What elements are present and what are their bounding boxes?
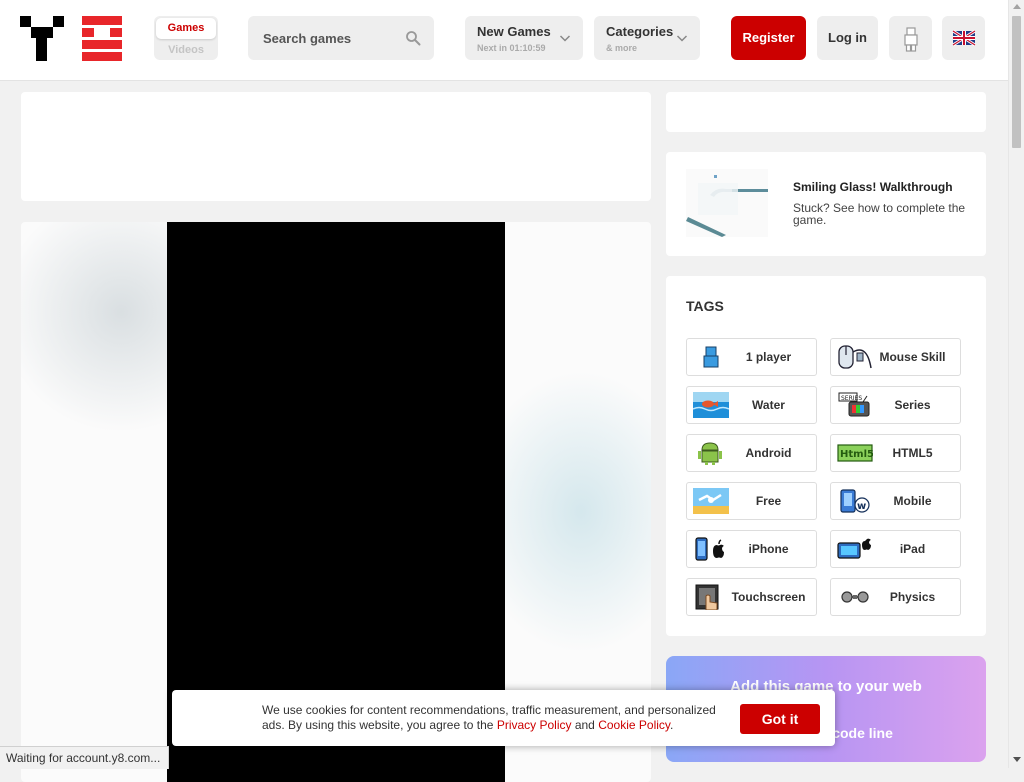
walkthrough-title[interactable]: Smiling Glass! Walkthrough [793,180,953,194]
tag-mouse-skill[interactable]: Mouse Skill [830,338,961,376]
browser-status-bar: Waiting for account.y8.com... [0,746,170,769]
games-videos-switch: Games Videos [154,16,218,60]
tag-label: Touchscreen [731,590,806,604]
page-scrollbar[interactable] [1008,0,1024,768]
android-icon [698,442,722,465]
scroll-up-arrow-icon[interactable] [1013,4,1021,9]
tag-free[interactable]: Free [686,482,817,520]
tag-android[interactable]: Android [686,434,817,472]
html5-icon: Html5 [837,444,873,462]
person-icon [904,27,918,52]
cookie-policy-link[interactable]: Cookie Policy [598,718,670,732]
y8-logo[interactable] [20,16,122,61]
tag-series[interactable]: SERIES Series [830,386,961,424]
categories-subtitle: & more [606,43,638,53]
tag-label: Water [752,398,785,412]
tag-mobile[interactable]: w Mobile [830,482,961,520]
sidebar-top-box [666,92,986,132]
tag-label: Physics [889,590,936,604]
walkthrough-card[interactable]: Smiling Glass! Walkthrough Stuck? See ho… [666,152,986,256]
search-icon[interactable] [405,30,421,46]
walkthrough-description: Stuck? See how to complete the game. [793,201,966,227]
tag-label: Mobile [893,494,932,508]
mobile-icon: w [840,489,870,513]
walkthrough-thumbnail [686,169,768,237]
new-games-countdown: Next in 01:10:59 [477,43,546,53]
iphone-icon [695,537,724,561]
physics-icon [841,591,869,603]
site-header: Games Videos New Games Next in 01:10:59 … [0,0,1008,81]
login-button[interactable]: Log in [817,16,878,60]
svg-text:SERIES: SERIES [841,395,862,402]
tag-iphone[interactable]: iPhone [686,530,817,568]
player-icon [703,346,719,368]
tag-label: Mouse Skill [879,350,946,364]
tag-label: HTML5 [892,446,933,460]
tag-html5[interactable]: Html5 HTML5 [830,434,961,472]
touchscreen-icon [695,584,719,610]
games-toggle[interactable]: Games [156,18,216,39]
tag-label: Series [894,398,931,412]
water-icon [693,392,729,418]
search-box [248,16,434,60]
new-games-dropdown[interactable]: New Games Next in 01:10:59 [465,16,583,60]
cookie-message: We use cookies for content recommendatio… [262,703,732,733]
got-it-button[interactable]: Got it [740,704,820,734]
cookie-period: . [670,718,674,732]
categories-dropdown[interactable]: Categories & more [594,16,700,60]
svg-text:w: w [857,501,866,512]
tags-heading: TAGS [686,298,724,314]
cookie-and: and [571,718,599,732]
tag-water[interactable]: Water [686,386,817,424]
new-games-title: New Games [477,24,551,39]
videos-toggle[interactable]: Videos [154,40,218,60]
tags-panel: TAGS 1 player Mouse Skill Water SERIES S… [666,276,986,636]
language-button[interactable] [942,16,985,60]
cookie-consent-banner: We use cookies for content recommendatio… [172,690,835,746]
tag-touchscreen[interactable]: Touchscreen [686,578,817,616]
tag-label: iPhone [748,542,789,556]
search-input[interactable] [248,16,413,60]
scrollbar-thumb[interactable] [1012,16,1021,148]
tag-1-player[interactable]: 1 player [686,338,817,376]
tag-label: Android [745,446,792,460]
tag-label: iPad [899,542,926,556]
uk-flag-icon [952,29,976,47]
register-button[interactable]: Register [731,16,806,60]
tag-label: Free [755,494,782,508]
tag-physics[interactable]: Physics [830,578,961,616]
tag-label: 1 player [745,350,792,364]
free-icon [693,488,729,514]
scroll-down-arrow-icon[interactable] [1013,757,1021,762]
chevron-down-icon [676,35,688,42]
tv-series-icon: SERIES [838,392,870,417]
categories-title: Categories [606,24,674,39]
chevron-down-icon [559,35,571,42]
mouse-icon [838,345,872,369]
ipad-icon [837,538,871,559]
user-button[interactable] [889,16,932,60]
tag-ipad[interactable]: iPad [830,530,961,568]
ad-banner-slot [21,92,651,201]
privacy-policy-link[interactable]: Privacy Policy [497,718,572,732]
